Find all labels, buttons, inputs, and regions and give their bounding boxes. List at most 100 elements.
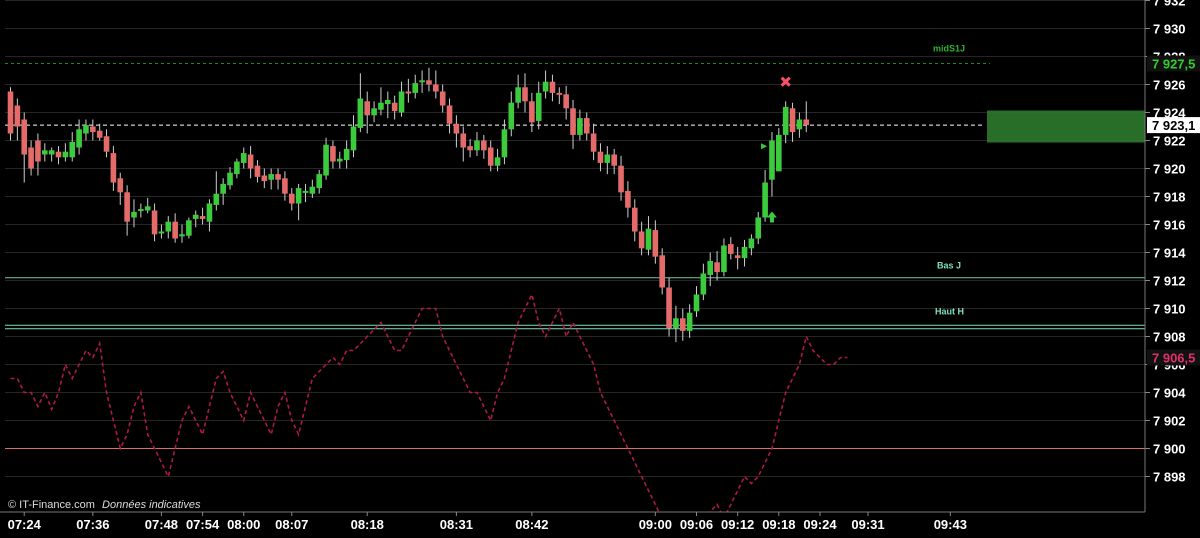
candle-body: [103, 136, 110, 152]
candle-body: [158, 231, 165, 234]
candle-body: [776, 134, 782, 172]
candle-body: [426, 80, 432, 85]
candle-body: [275, 174, 281, 180]
candle-body: [467, 146, 473, 151]
chart-root: midS1JBas JHaut H 7 9327 9307 9287 9267 …: [0, 0, 1200, 538]
candle-body: [227, 172, 233, 186]
candle-body: [769, 140, 775, 180]
copyright-span: © IT-Finance.com: [8, 499, 95, 511]
candle-body: [220, 183, 226, 194]
x-tick-label: 07:36: [76, 517, 109, 532]
candle-body: [172, 221, 178, 239]
candle-body: [583, 118, 590, 134]
candle-body: [240, 153, 247, 163]
candle-body: [391, 102, 398, 112]
candle-body: [309, 186, 316, 194]
candle-body: [378, 102, 384, 110]
candle-body: [563, 94, 569, 109]
candle-body: [206, 203, 213, 222]
candle-body: [124, 192, 130, 222]
x-tick-label: 08:31: [440, 517, 473, 532]
candle-body: [645, 228, 652, 250]
candle-body: [247, 154, 254, 169]
candle-body: [21, 119, 28, 155]
y-tick-label: 7 932: [1153, 0, 1186, 9]
candle-body: [460, 133, 467, 148]
candle-body: [295, 188, 302, 204]
x-tick-label: 09:06: [680, 517, 713, 532]
candle-body: [556, 92, 563, 95]
candle-body: [803, 119, 810, 126]
candle[interactable]: [186, 217, 192, 239]
y-tick-label: 7 926: [1153, 78, 1186, 93]
chart-background: [0, 0, 1200, 533]
x-tick-label: 07:24: [8, 517, 42, 532]
candle-body: [357, 98, 364, 128]
current-price-label: 7 923,1: [1152, 118, 1195, 133]
candle-body: [631, 207, 638, 232]
candle-body: [302, 190, 309, 193]
candle-body: [501, 129, 508, 158]
y-tick-label: 7 900: [1153, 442, 1186, 457]
x-tick-label: 08:18: [351, 517, 384, 532]
y-tick-label: 7 912: [1153, 274, 1186, 289]
candle-body: [577, 118, 583, 135]
candle-body: [453, 123, 460, 134]
y-tick-label: 7 910: [1153, 302, 1186, 317]
candle-body: [336, 158, 343, 162]
candle-body: [7, 91, 14, 134]
candle-body: [199, 216, 206, 219]
y-tick-label: 7 920: [1153, 162, 1186, 177]
candle-body: [597, 151, 604, 163]
candle-body: [673, 318, 679, 329]
candle-body: [707, 260, 714, 275]
candle-body: [398, 91, 405, 113]
candle-body: [117, 178, 124, 193]
candle-body: [405, 91, 412, 94]
candle-body: [350, 126, 357, 151]
candle-body: [412, 83, 419, 93]
candle-body: [62, 151, 69, 158]
candle-body: [522, 87, 528, 102]
candle-body: [762, 182, 768, 218]
candle-body: [234, 161, 240, 175]
candle-body: [385, 99, 391, 105]
candle-body: [316, 174, 322, 189]
y-tick-label: 7 904: [1153, 386, 1186, 401]
candle-body: [254, 165, 261, 177]
candle-body: [741, 246, 748, 259]
y-tick-label: 7 930: [1153, 22, 1186, 37]
candle-body: [789, 108, 796, 133]
candle-body: [371, 108, 377, 116]
level-label-mids1j: midS1J: [933, 44, 965, 54]
y-tick-label: 7 902: [1153, 414, 1186, 429]
candle-body: [419, 80, 425, 83]
candle-body: [28, 147, 34, 169]
candle-body: [734, 255, 741, 259]
candle-body: [268, 174, 274, 180]
candlestick-chart[interactable]: midS1JBas JHaut H 7 9327 9307 9287 9267 …: [0, 0, 1200, 538]
candle-body: [433, 84, 439, 92]
candle-body: [487, 147, 494, 166]
candle-body: [570, 108, 576, 135]
candle-body: [618, 165, 624, 193]
candle-body: [728, 244, 734, 254]
candle-body: [42, 150, 48, 155]
candle-body: [179, 234, 185, 237]
candle-body: [69, 141, 76, 158]
candle-body: [192, 214, 199, 219]
candle-body: [76, 129, 82, 148]
candle-body: [494, 157, 501, 166]
candle-body: [796, 119, 803, 130]
secondary-price-label: 7 906,5: [1152, 351, 1195, 366]
candle-body: [474, 140, 480, 151]
candle-body: [549, 81, 556, 93]
level-label-haut-h: Haut H: [935, 306, 964, 316]
x-tick-label: 09:43: [934, 517, 967, 532]
candle-body: [666, 287, 672, 329]
candle-body: [755, 217, 762, 239]
candle-body: [700, 273, 707, 295]
candle[interactable]: [7, 87, 14, 141]
candle-body: [625, 190, 631, 208]
candle-body: [542, 81, 549, 92]
